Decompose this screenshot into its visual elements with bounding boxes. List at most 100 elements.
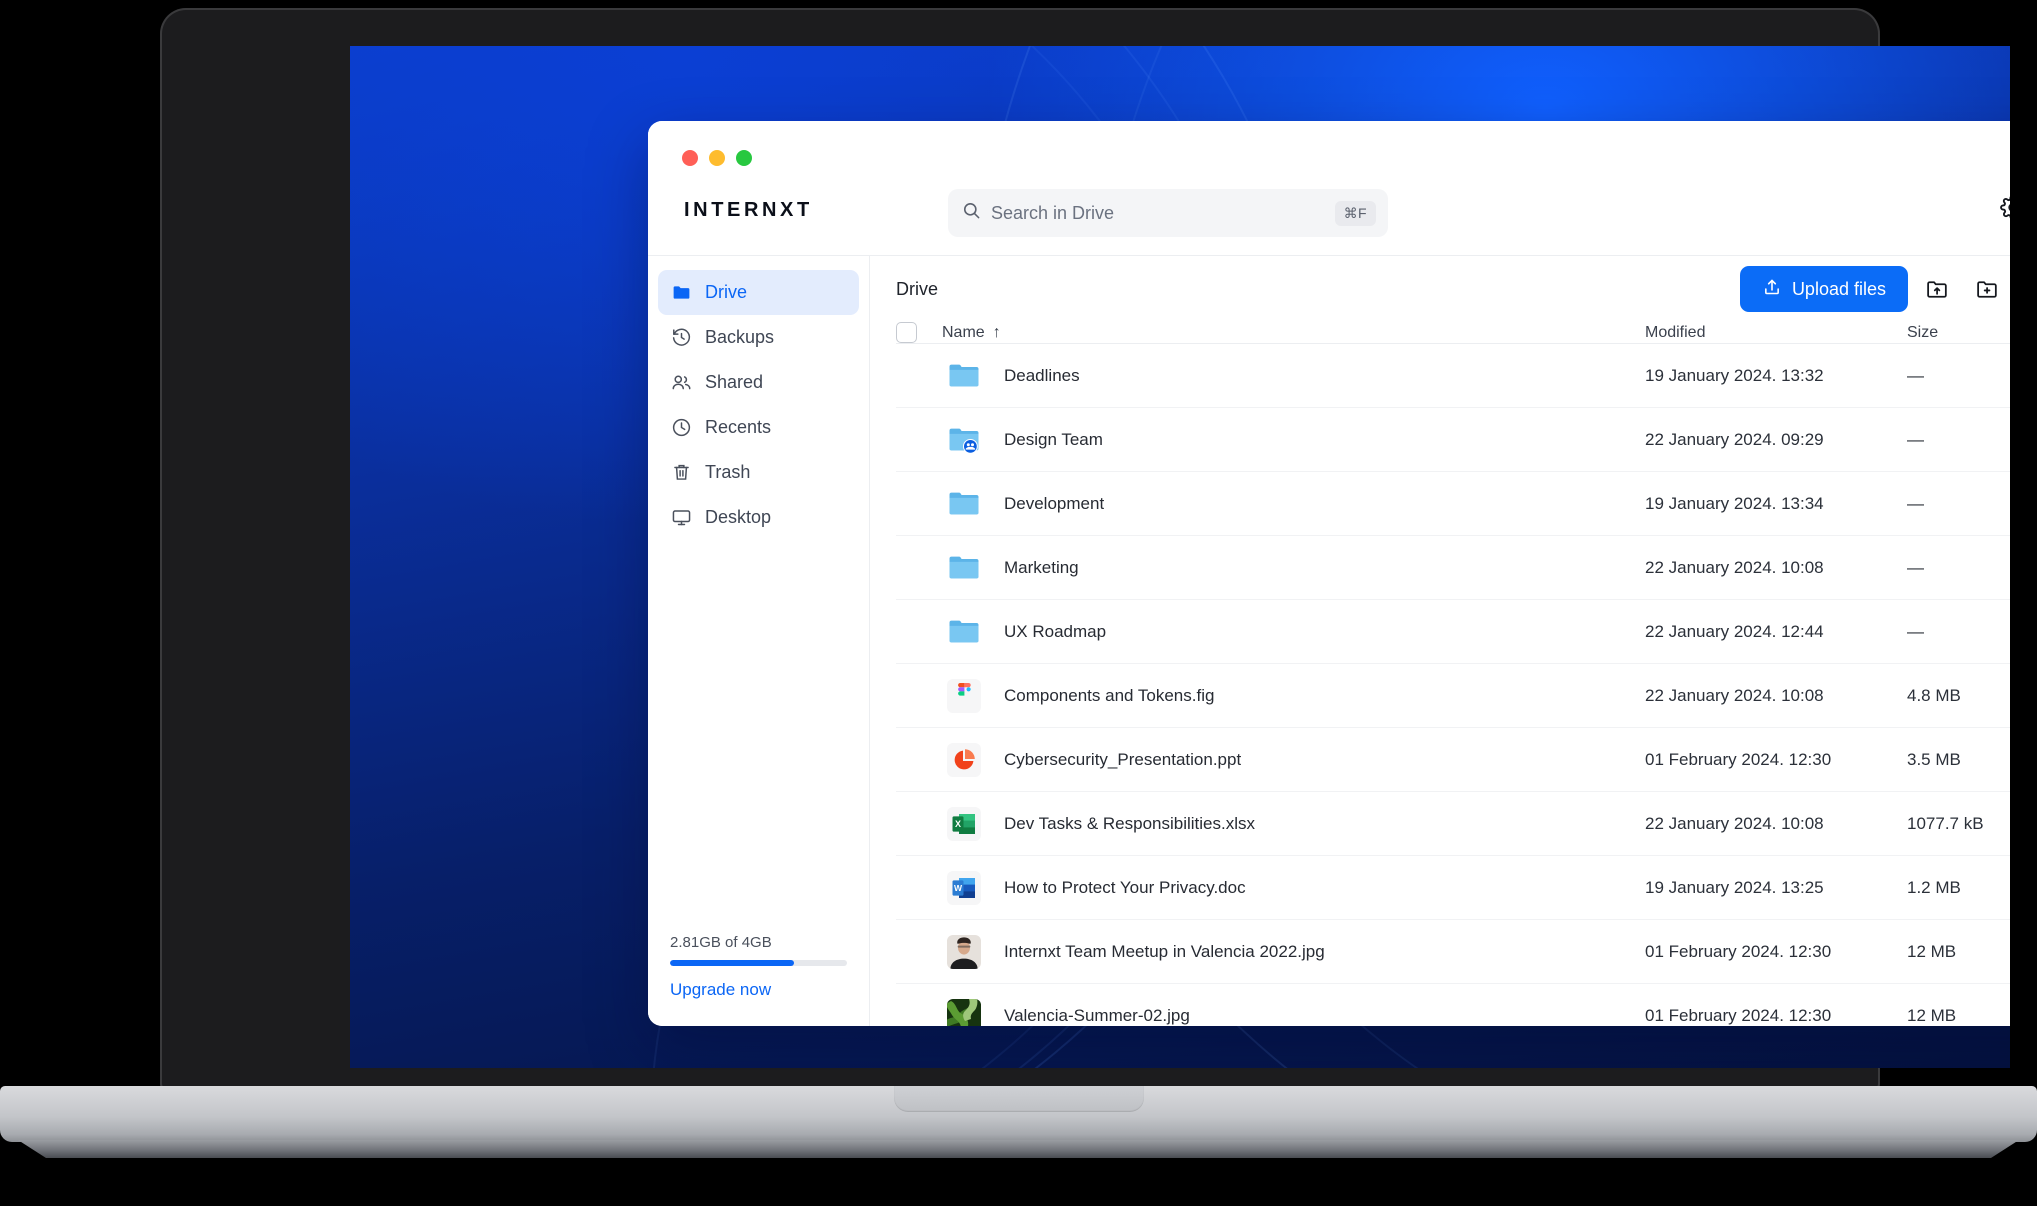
- shared-folder-icon: [947, 423, 981, 457]
- row-file-icon: [942, 743, 986, 777]
- sidebar: Drive Backups: [648, 255, 870, 1026]
- row-modified: 19 January 2024. 13:34: [1645, 494, 1907, 514]
- sidebar-item-label: Shared: [705, 372, 763, 393]
- search-input[interactable]: [991, 203, 1325, 224]
- row-file-name: Valencia-Summer-02.jpg: [1004, 1006, 1190, 1026]
- row-file-icon: W: [942, 871, 986, 905]
- row-name-cell: W How to Protect Your Privacy.doc: [942, 871, 1645, 905]
- laptop-lid: INTERNXT ⌘F: [160, 8, 1880, 1090]
- row-file-icon: [942, 679, 986, 713]
- select-all-checkbox[interactable]: [896, 322, 917, 343]
- history-icon: [670, 327, 692, 349]
- row-file-name: Components and Tokens.fig: [1004, 686, 1214, 706]
- file-table: Name ↑ Modified Size Deadlines19 January…: [870, 322, 2010, 1026]
- column-header-size[interactable]: Size: [1907, 324, 2010, 342]
- row-size: —: [1907, 494, 2010, 514]
- clock-icon: [670, 417, 692, 439]
- table-row[interactable]: Marketing22 January 2024. 10:08—: [896, 536, 2010, 600]
- new-folder-icon[interactable]: [1966, 268, 2008, 310]
- row-size: 1.2 MB: [1907, 878, 2010, 898]
- upload-files-label: Upload files: [1792, 279, 1886, 300]
- sidebar-item-shared[interactable]: Shared: [658, 360, 859, 405]
- upload-icon: [1762, 277, 1782, 302]
- column-name-label: Name: [942, 324, 985, 342]
- row-modified: 01 February 2024. 12:30: [1645, 1006, 1907, 1026]
- table-row[interactable]: WHow to Protect Your Privacy.doc19 Janua…: [896, 856, 2010, 920]
- table-row[interactable]: Design Team22 January 2024. 09:29—: [896, 408, 2010, 472]
- search-bar[interactable]: ⌘F: [948, 189, 1388, 237]
- row-file-name: UX Roadmap: [1004, 622, 1106, 642]
- laptop-notch: [894, 1086, 1144, 1112]
- upload-files-button[interactable]: Upload files: [1740, 266, 1908, 312]
- main-toolbar: Drive Upload files: [870, 256, 2010, 322]
- row-file-icon: [942, 999, 986, 1027]
- table-body: Deadlines19 January 2024. 13:32—Design T…: [896, 344, 2010, 1026]
- sidebar-item-label: Backups: [705, 327, 774, 348]
- sidebar-item-backups[interactable]: Backups: [658, 315, 859, 360]
- sidebar-item-desktop[interactable]: Desktop: [658, 495, 859, 540]
- breadcrumb[interactable]: Drive: [896, 279, 938, 300]
- select-all-cell: [896, 322, 942, 343]
- folder-icon: [947, 551, 981, 585]
- table-row[interactable]: XDev Tasks & Responsibilities.xlsx22 Jan…: [896, 792, 2010, 856]
- table-row[interactable]: UX Roadmap 22 January 2024. 12:44—: [896, 600, 2010, 664]
- row-name-cell: Cybersecurity_Presentation.ppt: [942, 743, 1645, 777]
- storage-meter: 2.81GB of 4GB Upgrade now: [648, 934, 869, 1026]
- users-icon: [670, 372, 692, 394]
- sidebar-item-recents[interactable]: Recents: [658, 405, 859, 450]
- main-content: Drive Upload files: [870, 255, 2010, 1026]
- word-file-icon: W: [947, 871, 981, 905]
- row-modified: 22 January 2024. 12:44: [1645, 622, 1907, 642]
- row-modified: 22 January 2024. 10:08: [1645, 686, 1907, 706]
- excel-file-icon: X: [947, 807, 981, 841]
- table-row[interactable]: Components and Tokens.fig 22 January 2024…: [896, 664, 2010, 728]
- sidebar-item-label: Recents: [705, 417, 771, 438]
- storage-progress-track: [670, 960, 847, 966]
- figma-file-icon: [947, 679, 981, 713]
- row-name-cell: Marketing: [942, 551, 1645, 585]
- table-row[interactable]: Cybersecurity_Presentation.ppt01 Februar…: [896, 728, 2010, 792]
- row-file-name: Development: [1004, 494, 1104, 514]
- row-modified: 22 January 2024. 10:08: [1645, 814, 1907, 834]
- row-file-icon: [942, 423, 986, 457]
- row-file-icon: [942, 359, 986, 393]
- close-button[interactable]: [682, 150, 698, 166]
- gear-icon[interactable]: [1995, 190, 2010, 224]
- monitor-icon: [670, 507, 692, 529]
- table-row[interactable]: Deadlines19 January 2024. 13:32—: [896, 344, 2010, 408]
- table-row[interactable]: Internxt Team Meetup in Valencia 2022.jp…: [896, 920, 2010, 984]
- row-file-name: Internxt Team Meetup in Valencia 2022.jp…: [1004, 942, 1325, 962]
- column-header-modified[interactable]: Modified: [1645, 324, 1907, 342]
- row-name-cell: Design Team: [942, 423, 1645, 457]
- row-size: —: [1907, 622, 2010, 642]
- maximize-button[interactable]: [736, 150, 752, 166]
- sort-ascending-icon: ↑: [993, 324, 1001, 342]
- table-row[interactable]: Development 19 January 2024. 13:34—: [896, 472, 2010, 536]
- window-body: Drive Backups: [648, 255, 2010, 1026]
- table-row[interactable]: Valencia-Summer-02.jpg 01 February 2024. …: [896, 984, 2010, 1026]
- row-modified: 22 January 2024. 09:29: [1645, 430, 1907, 450]
- row-file-name: How to Protect Your Privacy.doc: [1004, 878, 1246, 898]
- column-header-name[interactable]: Name ↑: [942, 324, 1645, 342]
- row-file-name: Cybersecurity_Presentation.ppt: [1004, 750, 1241, 770]
- row-size: —: [1907, 366, 2010, 386]
- upload-folder-icon[interactable]: [1916, 268, 1958, 310]
- trash-icon: [670, 462, 692, 484]
- row-size: 3.5 MB: [1907, 750, 2010, 770]
- sidebar-item-drive[interactable]: Drive: [658, 270, 859, 315]
- row-file-name: Deadlines: [1004, 366, 1080, 386]
- sidebar-item-trash[interactable]: Trash: [658, 450, 859, 495]
- row-modified: 22 January 2024. 10:08: [1645, 558, 1907, 578]
- row-size: —: [1907, 558, 2010, 578]
- row-name-cell: Development: [942, 487, 1645, 521]
- minimize-button[interactable]: [709, 150, 725, 166]
- sidebar-item-label: Desktop: [705, 507, 771, 528]
- search-icon: [962, 201, 981, 225]
- upgrade-now-link[interactable]: Upgrade now: [670, 980, 771, 999]
- row-name-cell: Deadlines: [942, 359, 1645, 393]
- laptop-foot: [18, 1140, 2019, 1158]
- row-file-icon: [942, 551, 986, 585]
- row-name-cell: XDev Tasks & Responsibilities.xlsx: [942, 807, 1645, 841]
- row-modified: 01 February 2024. 12:30: [1645, 942, 1907, 962]
- search-shortcut-badge: ⌘F: [1335, 201, 1376, 226]
